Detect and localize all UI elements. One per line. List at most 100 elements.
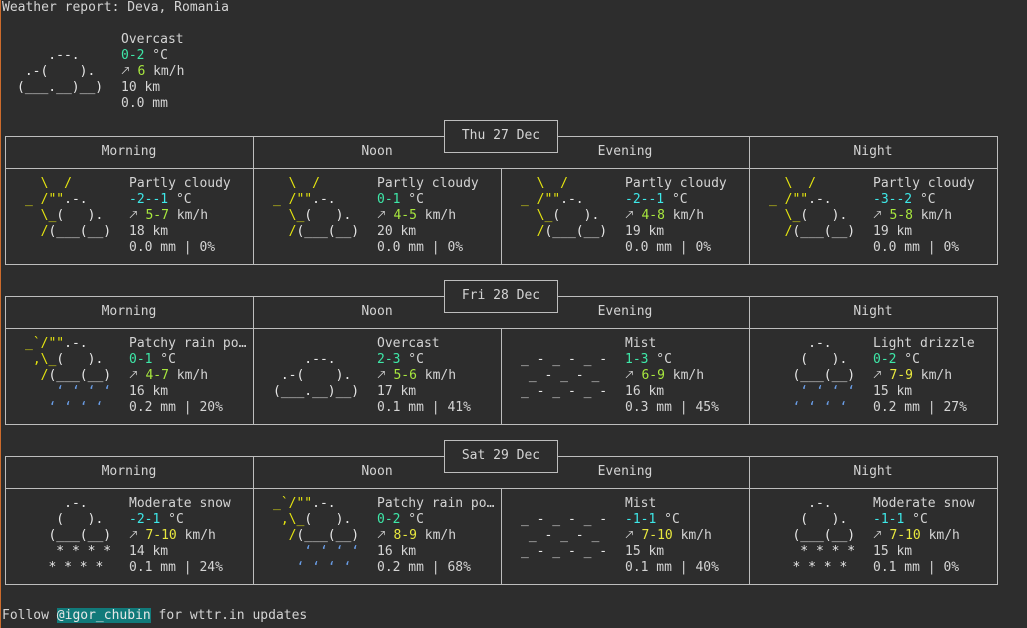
wind-direction-icon: 🡕 bbox=[129, 208, 138, 223]
temperature: -2--1 °C bbox=[129, 192, 192, 208]
precipitation: 0.2 mm | 68% bbox=[377, 560, 471, 575]
wind-unit: km/h bbox=[672, 528, 712, 543]
patchy-rain-icon: _`/"".-. ,\_( ). /(___(__) ‘ ‘ ‘ ‘ ‘ ‘ ‘… bbox=[25, 336, 119, 415]
period-label: Evening bbox=[597, 304, 653, 319]
visibility: 16 km bbox=[377, 544, 417, 559]
wind-unit: km/h bbox=[920, 528, 960, 543]
wind-unit: km/h bbox=[168, 208, 209, 223]
partly-cloudy-icon: \ / _ /"".-. \_( ). /(___(__) bbox=[521, 176, 615, 239]
wind-value: 4-7 bbox=[145, 368, 169, 383]
mist-icon: _ - _ - _ - _ - _ - _ _ - _ - _ - bbox=[521, 352, 615, 399]
period-label: Noon bbox=[361, 144, 393, 159]
cell-info: Mist 1-3 °C 🡕 6-9 km/h 16 km 0.3 mm | 45% bbox=[625, 336, 745, 416]
visibility: 16 km bbox=[129, 384, 169, 399]
temperature: -2--1 °C bbox=[625, 192, 688, 208]
period-label: Evening bbox=[597, 464, 653, 479]
wind: 🡕 7-9 km/h bbox=[873, 368, 952, 384]
temperature-value: -3--2 bbox=[873, 192, 913, 207]
cell-info: Partly cloudy -2--1 °C 🡕 4-8 km/h 19 km 0.0 … bbox=[625, 176, 745, 256]
temperature-unit: °C bbox=[400, 352, 424, 367]
wind-direction-icon: 🡕 bbox=[873, 368, 882, 383]
current-precipitation: 0.0 mm bbox=[121, 96, 168, 111]
temperature-value: -2--1 bbox=[625, 192, 665, 207]
current-wind: 🡕 6 km/h bbox=[121, 64, 184, 80]
temperature-unit: °C bbox=[648, 352, 672, 367]
visibility: 15 km bbox=[625, 544, 665, 559]
precipitation: 0.0 mm | 0% bbox=[625, 240, 712, 255]
patchy-rain-icon: _`/"".-. ,\_( ). /(___(__) ‘ ‘ ‘ ‘ ‘ ‘ ‘… bbox=[273, 496, 367, 575]
temperature: 0-2 °C bbox=[873, 352, 920, 368]
period-label: Night bbox=[853, 144, 893, 159]
temperature-unit: °C bbox=[168, 192, 192, 207]
author-handle-link[interactable]: @igor_chubin bbox=[56, 608, 151, 623]
wind-unit: km/h bbox=[664, 368, 705, 383]
cell-info: Patchy rain po… 0-2 °C 🡕 8-9 km/h 16 km 0.2 … bbox=[377, 496, 497, 576]
wind-unit: km/h bbox=[664, 208, 705, 223]
period-label: Night bbox=[853, 304, 893, 319]
wind-direction-icon: 🡕 bbox=[873, 208, 882, 223]
partly-cloudy-icon: \ / _ /"".-. \_( ). /(___(__) bbox=[25, 176, 119, 239]
temperature-unit: °C bbox=[400, 192, 424, 207]
mist-icon: _ - _ - _ - _ - _ - _ _ - _ - _ - bbox=[521, 512, 615, 559]
wind-direction-icon: 🡕 bbox=[873, 528, 882, 543]
wind-unit: km/h bbox=[416, 368, 457, 383]
temperature: -3--2 °C bbox=[873, 192, 936, 208]
wind: 🡕 8-9 km/h bbox=[377, 528, 456, 544]
wind-direction-icon: 🡕 bbox=[625, 208, 634, 223]
visibility: 19 km bbox=[873, 224, 913, 239]
overcast-icon: .--. .-( ). (___.__)__) bbox=[273, 352, 367, 399]
temperature: -1-1 °C bbox=[625, 512, 680, 528]
temperature-unit: °C bbox=[656, 512, 680, 527]
period-label: Evening bbox=[597, 144, 653, 159]
wind-direction-icon: 🡕 bbox=[129, 528, 138, 543]
period-label: Morning bbox=[101, 144, 157, 159]
temperature: 2-3 °C bbox=[377, 352, 424, 368]
cell-info: Partly cloudy -3--2 °C 🡕 5-8 km/h 19 km 0.0 … bbox=[873, 176, 993, 256]
condition-label: Moderate snow bbox=[873, 496, 975, 511]
wind: 🡕 6-9 km/h bbox=[625, 368, 704, 384]
temperature: 0-1 °C bbox=[129, 352, 176, 368]
temperature-unit: °C bbox=[664, 192, 688, 207]
wind-value: 4-8 bbox=[641, 208, 665, 223]
wind-value: 4-5 bbox=[393, 208, 417, 223]
period-label: Morning bbox=[101, 304, 157, 319]
condition-label: Mist bbox=[625, 496, 657, 511]
current-visibility: 10 km bbox=[121, 80, 161, 95]
condition-label: Partly cloudy bbox=[873, 176, 975, 191]
partly-cloudy-icon: \ / _ /"".-. \_( ). /(___(__) bbox=[273, 176, 367, 239]
temperature-value: -1-1 bbox=[625, 512, 657, 527]
wind: 🡕 7-10 km/h bbox=[625, 528, 712, 544]
current-wind-unit: km/h bbox=[145, 64, 185, 79]
period-label: Noon bbox=[361, 304, 393, 319]
wind: 🡕 5-7 km/h bbox=[129, 208, 208, 224]
wind-value: 7-9 bbox=[889, 368, 913, 383]
wind-unit: km/h bbox=[912, 368, 953, 383]
wind-value: 8-9 bbox=[393, 528, 417, 543]
visibility: 19 km bbox=[625, 224, 665, 239]
precipitation: 0.0 mm | 0% bbox=[129, 240, 216, 255]
wind: 🡕 7-10 km/h bbox=[129, 528, 216, 544]
temperature-value: 0-1 bbox=[129, 352, 153, 367]
temperature-unit: °C bbox=[160, 512, 184, 527]
temperature-value: 2-3 bbox=[377, 352, 401, 367]
wind-direction-icon: 🡕 bbox=[377, 208, 386, 223]
cell-info: Moderate snow -1-1 °C 🡕 7-10 km/h 15 km 0.1 … bbox=[873, 496, 993, 576]
cell-info: Moderate snow -2-1 °C 🡕 7-10 km/h 14 km 0.1 … bbox=[129, 496, 249, 576]
condition-label: Mist bbox=[625, 336, 657, 351]
visibility: 15 km bbox=[873, 544, 913, 559]
temperature-value: -2--1 bbox=[129, 192, 169, 207]
wind-value: 7-10 bbox=[641, 528, 673, 543]
cell-info: Overcast 2-3 °C 🡕 5-6 km/h 17 km 0.1 mm | 41… bbox=[377, 336, 497, 416]
temperature-unit: °C bbox=[896, 352, 920, 367]
condition-label: Partly cloudy bbox=[625, 176, 727, 191]
condition-label: Partly cloudy bbox=[129, 176, 231, 191]
period-label: Noon bbox=[361, 464, 393, 479]
temperature-unit: °C bbox=[152, 352, 176, 367]
footer: Follow @igor_chubin for wttr.in updates bbox=[2, 608, 307, 624]
precipitation: 0.2 mm | 20% bbox=[129, 400, 223, 415]
temperature-value: -2-1 bbox=[129, 512, 161, 527]
temperature-unit: °C bbox=[904, 512, 928, 527]
temperature-value: 1-3 bbox=[625, 352, 649, 367]
wind-value: 5-6 bbox=[393, 368, 417, 383]
temperature: 0-1 °C bbox=[377, 192, 424, 208]
